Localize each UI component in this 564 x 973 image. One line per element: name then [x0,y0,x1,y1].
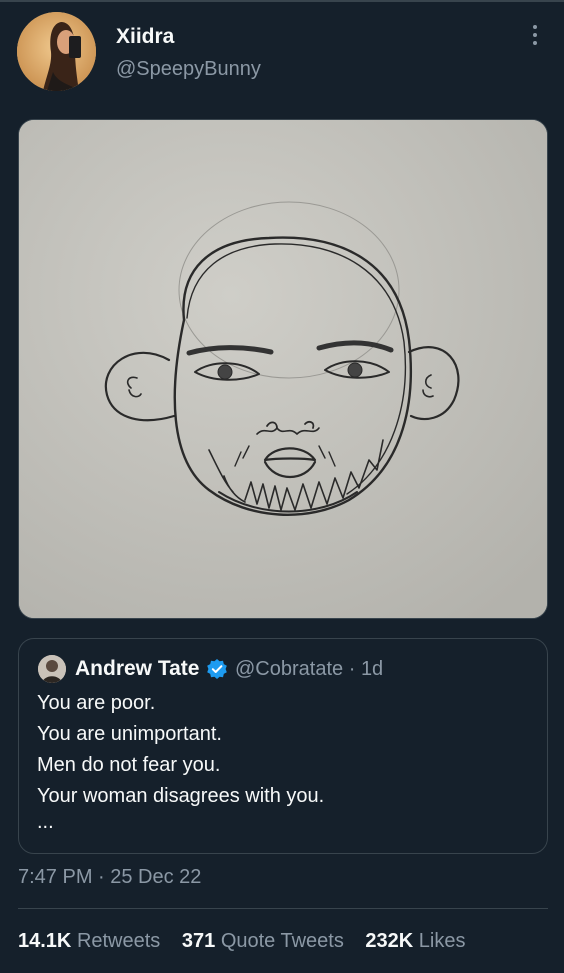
author-avatar[interactable] [17,12,96,91]
stats-divider [18,908,548,909]
quoted-text-ellipsis: ... [37,811,54,833]
verified-badge-icon [207,659,227,679]
quoted-author-name[interactable]: Andrew Tate [75,657,199,681]
quoted-author-avatar-image [38,655,66,683]
quoted-tweet-age: 1d [360,658,384,680]
tweet-detail-page: Xiidra @SpeepyBunny Andrew Tate @Cobrata… [0,0,564,973]
face-sketch-image [19,120,547,618]
author-name[interactable]: Xiidra [116,25,174,49]
retweets-count: 14.1K [18,930,72,952]
dot [533,33,537,37]
likes-count: 232K [365,930,414,952]
tweet-timestamp[interactable]: 7:47 PM · 25 Dec 22 [18,866,201,889]
quoted-author-meta[interactable]: @Cobratate · 1d [235,658,383,681]
top-divider [0,0,564,2]
tweet-media-image[interactable] [18,119,548,619]
quoted-text-line: You are unimportant. [37,723,222,745]
more-dots-icon[interactable] [522,22,548,48]
quote-tweets-count: 371 [181,930,216,952]
retweets-label: Retweets [76,930,161,952]
dot [533,25,537,29]
quoted-text-line: Men do not fear you. [37,754,221,776]
retweets-stat[interactable]: 14.1K Retweets [18,930,160,953]
meta-separator: · [348,658,356,680]
quoted-text-line: Your woman disagrees with you. [37,785,325,807]
likes-label: Likes [418,930,466,952]
likes-stat[interactable]: 232K Likes [365,930,465,953]
quoted-author-handle: @Cobratate [235,658,344,680]
quote-tweets-label: Quote Tweets [220,930,344,952]
engagement-stats: 14.1K Retweets 371 Quote Tweets 232K Lik… [18,930,482,953]
quoted-text-line: You are poor. [37,692,156,714]
dot [533,41,537,45]
author-handle[interactable]: @SpeepyBunny [116,58,261,81]
quoted-tweet-card[interactable]: Andrew Tate @Cobratate · 1d You are poor… [18,638,548,854]
quoted-author-avatar[interactable] [38,655,66,683]
quote-tweets-stat[interactable]: 371 Quote Tweets [182,930,344,953]
author-avatar-image [17,12,96,91]
